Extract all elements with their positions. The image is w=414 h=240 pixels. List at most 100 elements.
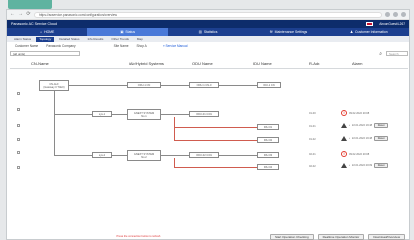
- connector-line: [54, 91, 55, 155]
- hybrid-system-box[interactable]: GNEXT SYSTEM No.1: [127, 109, 161, 120]
- hybrid-system-box[interactable]: GNEXT SYSTEM No.2: [127, 150, 161, 161]
- cn-gateway-box[interactable]: CN-ALF (Gateway 0 T4H0): [39, 80, 69, 91]
- person-icon: ♟: [350, 30, 354, 34]
- decorative-tab: [8, 0, 52, 9]
- alarm-entry[interactable]: ▪ 22.01.2022 19:48 Reset: [341, 123, 389, 128]
- address-code: 01-02: [309, 138, 316, 141]
- customer-name: Panasonic Company: [46, 43, 76, 48]
- browser-toolbar: ← → ⟳ https://acservice.panasonic.com/co…: [7, 10, 409, 20]
- menu-label: Customer Information: [355, 30, 388, 34]
- profile-icon[interactable]: [401, 12, 406, 17]
- warning-icon: [341, 136, 347, 141]
- alarm-circle-icon: !: [341, 151, 347, 157]
- flag-icon[interactable]: [366, 22, 374, 26]
- tab-info-results[interactable]: Info Results: [85, 37, 107, 42]
- odu-box[interactable]: ODU-02 C/01: [189, 152, 219, 158]
- refrigerant-line: [174, 127, 257, 128]
- menu-customer[interactable]: ♟ Customer Information: [329, 28, 409, 36]
- idu-box[interactable]: IDU-04: [257, 164, 279, 170]
- menu-label: Maintenance Settings: [274, 30, 308, 34]
- row-checkbox[interactable]: [17, 151, 20, 154]
- connector-line: [54, 114, 92, 115]
- extension-icon[interactable]: [385, 12, 390, 17]
- back-button[interactable]: ←: [10, 12, 15, 17]
- connector-line: [69, 85, 127, 86]
- connector-line: [112, 114, 127, 115]
- menu-status[interactable]: ▣ Status: [87, 28, 168, 36]
- hybrid-system-box[interactable]: ODU-1 CN: [127, 82, 161, 88]
- header-divider: [10, 68, 408, 69]
- search-icon[interactable]: ⌕: [379, 51, 382, 57]
- alarm-entry[interactable]: ! 09.02.2022 20:08: [341, 151, 369, 157]
- refresh-button[interactable]: ⟳: [26, 12, 31, 17]
- site-name-label: Site Name: [113, 43, 129, 48]
- forward-button[interactable]: →: [18, 12, 23, 17]
- realtime-monitor-button[interactable]: Realtime Operation Monitor: [317, 233, 365, 240]
- tab-detailed-status[interactable]: Detailed Status: [56, 37, 82, 42]
- refrigerant-line: [174, 158, 175, 167]
- alarm-entry[interactable]: ▪ 22.01.2022 19:48 Reset: [341, 136, 389, 141]
- chart-icon: ▥: [198, 30, 202, 34]
- row-checkbox[interactable]: [17, 138, 20, 141]
- idu-box[interactable]: IDU-01: [257, 124, 279, 130]
- connector-line: [161, 155, 189, 156]
- stage: ← → ⟳ https://acservice.panasonic.com/co…: [0, 0, 414, 240]
- row-checkbox[interactable]: [17, 166, 20, 169]
- tab-map[interactable]: Map: [134, 37, 146, 42]
- tab-alarm-status[interactable]: Alarm Status: [11, 37, 34, 42]
- col-alarm: Alarm: [352, 61, 363, 66]
- start-operation-button[interactable]: Start Operation Checking: [269, 233, 314, 240]
- tab-topology[interactable]: Topology: [36, 36, 55, 42]
- search-input[interactable]: Search: [386, 51, 408, 56]
- system-box[interactable]: sys-2: [92, 152, 112, 158]
- connector-line: [161, 114, 189, 115]
- menu-statistics[interactable]: ▥ Statistics: [168, 28, 248, 36]
- alarm-entry[interactable]: ▪ 22.01.2022 20:09 Reset: [341, 163, 389, 168]
- alarm-time: 22.01.2022 20:09: [351, 164, 373, 167]
- odu-box[interactable]: ODU-01 C/01: [189, 111, 219, 117]
- camera-icon: ▪: [349, 137, 350, 140]
- col-odu: ODU Name: [192, 61, 213, 66]
- reset-button[interactable]: Reset: [374, 163, 389, 168]
- connector-line: [219, 155, 257, 156]
- system-box[interactable]: sys-1: [92, 111, 112, 117]
- site-name: Shop A: [136, 43, 147, 48]
- col-idu: IDU Name: [253, 61, 272, 66]
- col-cn-name: CN-Name: [31, 61, 49, 66]
- reset-button[interactable]: Reset: [374, 123, 389, 128]
- idu-box[interactable]: IDU-03: [257, 152, 279, 158]
- warning-icon: [341, 123, 347, 128]
- download-button[interactable]: Download/Overview: [368, 233, 405, 240]
- address-bar[interactable]: https://acservice.panasonic.com/configur…: [34, 11, 382, 18]
- alarm-entry[interactable]: ! 09.02.2022 20:08: [341, 110, 369, 116]
- extension-icon[interactable]: [393, 12, 398, 17]
- unit-filter-select[interactable]: (all units): [10, 51, 80, 56]
- address-code: 02-01: [309, 153, 316, 156]
- menu-maintenance[interactable]: ⚒ Maintenance Settings: [248, 28, 328, 36]
- row-checkbox[interactable]: [17, 108, 20, 111]
- connector-line: [112, 155, 127, 156]
- menu-home[interactable]: ⌂ HOME: [7, 28, 87, 36]
- address-code: 01-00: [309, 112, 316, 115]
- box-label: GNEXT SYSTEM No.2: [133, 152, 155, 159]
- idu-box[interactable]: IDU-02: [257, 137, 279, 143]
- connector-line: [219, 85, 257, 86]
- connector-line: [161, 85, 189, 86]
- connector-line: [54, 155, 92, 156]
- service-manual-link[interactable]: » Service Manual: [163, 44, 188, 48]
- odu-box[interactable]: ODU-1 CN-0: [189, 82, 219, 88]
- col-hybrid: iAir/Hybrid Systems: [129, 61, 164, 66]
- address-code: 02-02: [309, 165, 316, 168]
- row-checkbox[interactable]: [17, 124, 20, 127]
- footer-bar: Press the connection button to refresh S…: [7, 232, 409, 240]
- address-code: 01-01: [309, 125, 316, 128]
- reset-button[interactable]: Reset: [374, 136, 389, 141]
- tab-other-trends[interactable]: Other Trends: [108, 37, 132, 42]
- warning-icon: [341, 163, 347, 168]
- row-checkbox[interactable]: [17, 92, 20, 95]
- alarm-time: 22.01.2022 19:48: [351, 137, 373, 140]
- customer-bar: Customer Name Panasonic Company Site Nam…: [7, 42, 409, 49]
- idu-box[interactable]: IDU-1 CN: [257, 82, 281, 88]
- box-label: GNEXT SYSTEM No.1: [133, 111, 155, 118]
- user-name[interactable]: AirconGuest4-267: [379, 22, 405, 26]
